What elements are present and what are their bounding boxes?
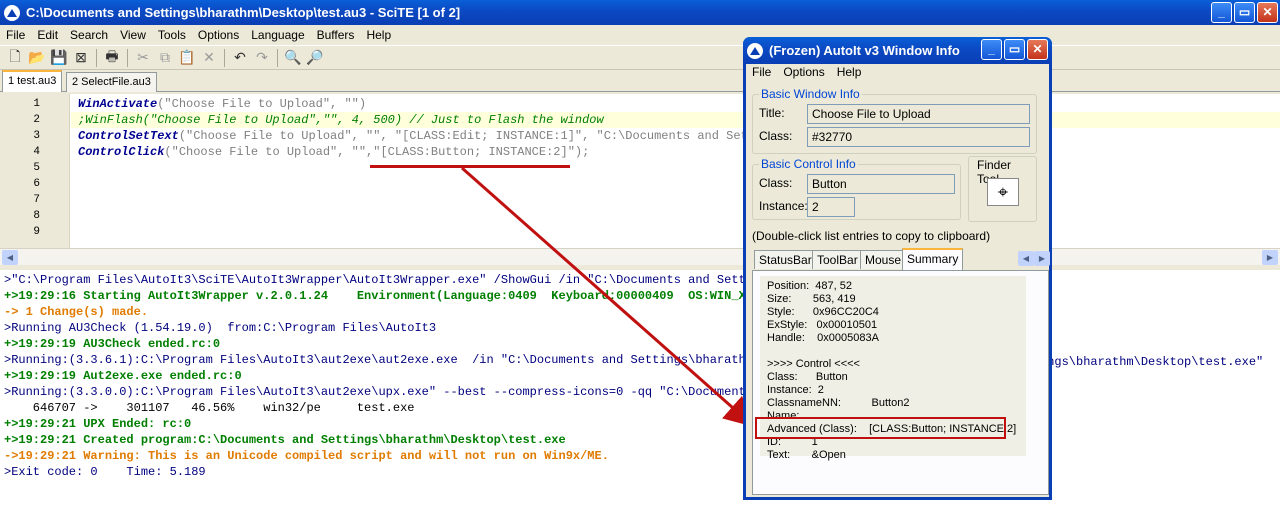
summary-row[interactable]: ExStyle: 0x00010501 [767,319,877,332]
basic-control-info-group: Basic Control Info Class: Button Instanc… [752,157,961,220]
class-label: Class: [759,129,793,143]
autoit-menu-file[interactable]: File [752,65,771,79]
tab-toolbar[interactable]: ToolBar [812,250,863,269]
autoit-menubar: File Options Help [752,65,861,79]
instance-field[interactable]: 2 [807,197,855,217]
summary-row[interactable]: Class: Button [767,371,848,384]
control-class-label: Class: [759,176,793,190]
class-field[interactable]: #32770 [807,127,1030,147]
autoit-titlebar[interactable]: (Frozen) AutoIt v3 Window Info _ ▭ ✕ [743,37,1052,64]
autoit-menu-options[interactable]: Options [783,65,824,79]
group-label: Basic Control Info [759,157,858,171]
autoit-title: (Frozen) AutoIt v3 Window Info [769,43,960,58]
autoit-maximize-button[interactable]: ▭ [1004,39,1025,60]
autoit-minimize-button[interactable]: _ [981,39,1002,60]
tab-statusbar[interactable]: StatusBar [754,250,817,269]
summary-row[interactable]: Instance: 2 [767,384,824,397]
autoit-menu-help[interactable]: Help [837,65,862,79]
instance-label: Instance: [759,199,808,213]
summary-row[interactable]: Style: 0x96CC20C4 [767,306,879,319]
summary-row[interactable]: Handle: 0x0005083A [767,332,879,345]
summary-row[interactable]: Position: 487, 52 [767,280,852,293]
tab-mouse[interactable]: Mouse [860,250,907,269]
autoit-close-button[interactable]: ✕ [1027,39,1048,60]
tab-scroll-right-icon[interactable]: ▶ [1034,251,1050,266]
summary-row[interactable]: ClassnameNN: Button2 [767,397,909,410]
autoit-app-icon [747,42,763,59]
summary-row[interactable]: Size: 563, 419 [767,293,856,306]
crosshair-icon[interactable]: ⌖ [987,178,1019,206]
annotation-arrow [461,166,755,427]
copy-hint: (Double-click list entries to copy to cl… [752,229,991,243]
summary-row[interactable]: Text: &Open [767,449,846,462]
control-class-field[interactable]: Button [807,174,955,194]
title-field[interactable]: Choose File to Upload [807,104,1030,124]
tab-scroll-left-icon[interactable]: ◀ [1018,251,1034,266]
group-label: Basic Window Info [759,87,862,101]
summary-panel: Position: 487, 52 Size: 563, 419 Style: 0x… [752,270,1049,495]
annotation-highlight-box [755,417,1006,439]
summary-row[interactable]: >>>> Control <<<< [767,358,860,371]
tab-summary[interactable]: Summary [902,248,964,270]
title-label: Title: [759,106,785,120]
basic-window-info-group: Basic Window Info Title: Choose File to … [752,87,1037,154]
finder-tool-group: Finder Tool ⌖ [968,156,1037,222]
